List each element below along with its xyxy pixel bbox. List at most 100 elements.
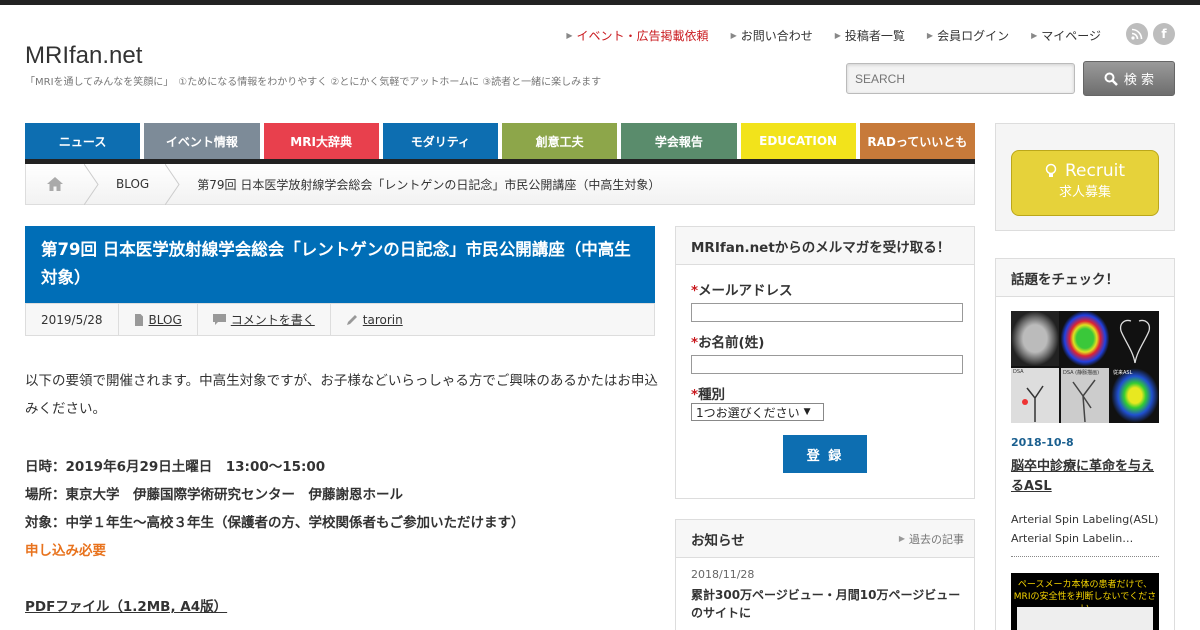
- arrow-icon: ▶: [926, 31, 934, 40]
- breadcrumb-separator: [84, 164, 100, 205]
- article-detail-date: 日時：2019年6月29日土曜日 13:00〜15:00: [25, 459, 326, 475]
- search-input[interactable]: [846, 63, 1075, 94]
- main-nav: ニュース イベント情報 MRI大辞典 モダリティ 創意工夫 学会報告 EDUCA…: [25, 123, 975, 159]
- article-comment[interactable]: コメントを書く: [198, 304, 331, 335]
- brain-mri-image: [1011, 311, 1059, 366]
- nav-tab-events[interactable]: イベント情報: [144, 123, 260, 159]
- article-meta: 2019/5/28 BLOG コメントを書く tarorin: [25, 303, 655, 336]
- toplink-label: お問い合わせ: [740, 29, 813, 43]
- article-detail-place: 場所：東京大学 伊藤国際学術研究センター 伊藤謝恩ホール: [25, 487, 403, 503]
- search-button[interactable]: 検 索: [1083, 61, 1175, 96]
- news-item[interactable]: 累計300万ページビュー・月間10万ページビューのサイトに: [691, 586, 966, 622]
- article-category[interactable]: BLOG: [119, 304, 198, 335]
- news-more-link[interactable]: ▶ 過去の記事: [899, 531, 964, 547]
- toplink-label: マイページ: [1041, 29, 1101, 43]
- nav-tab-rad[interactable]: RADっていいとも: [859, 123, 975, 159]
- article-category-link: BLOG: [148, 312, 182, 327]
- article-author[interactable]: tarorin: [331, 304, 418, 335]
- top-links: ▶ イベント・広告掲載依頼 ▶ お問い合わせ ▶ 投稿者一覧 ▶ 会員ログイン ▶ マイペ…: [566, 27, 1101, 44]
- article-title: 第79回 日本医学放射線学会総会「レントゲンの日記念」市民公開講座（中高生対象）: [25, 226, 655, 303]
- toplink-label: イベント・広告掲載依頼: [576, 29, 709, 43]
- nav-tab-news[interactable]: ニュース: [25, 123, 141, 159]
- nav-tab-mri-dictionary[interactable]: MRI大辞典: [263, 123, 379, 159]
- image-label: 従来ASL: [1113, 370, 1133, 376]
- pencil-icon: [346, 314, 357, 325]
- topic-headline[interactable]: 脳卒中診療に革命を与えるASL: [1011, 457, 1161, 497]
- article-date: 2019/5/28: [26, 304, 119, 335]
- toplink-event-ad[interactable]: ▶ イベント・広告掲載依頼: [566, 27, 708, 44]
- home-icon: [47, 177, 63, 191]
- document-icon: [134, 313, 143, 326]
- email-field[interactable]: [691, 303, 963, 322]
- nav-tab-modality[interactable]: モダリティ: [382, 123, 498, 159]
- search-button-label: 検 索: [1123, 73, 1155, 88]
- pacemaker-table-image: [1017, 607, 1153, 630]
- facebook-icon[interactable]: f: [1153, 23, 1175, 45]
- topic-thumbnail-pacemaker[interactable]: ペースメーカ本体の患者だけで、MRIの安全性を判断しないでください: [1011, 573, 1159, 630]
- type-select[interactable]: 1つお選びください ▼: [691, 403, 824, 421]
- recruit-label: Recruit: [1064, 161, 1125, 181]
- news-title: お知らせ: [691, 532, 745, 549]
- news-more-label: 過去の記事: [909, 532, 964, 546]
- dsa-image: DSA: [1011, 368, 1059, 423]
- newsletter-widget: MRIfan.netからのメルマガを受け取る！ *メールアドレス *お名前(姓)…: [675, 226, 975, 499]
- topic-desc-line: Arterial Spin Labelin…: [1011, 532, 1134, 545]
- image-label: DSA: [1013, 369, 1024, 375]
- type-select-value: 1つお選びください: [696, 405, 800, 420]
- nav-tab-conference[interactable]: 学会報告: [621, 123, 737, 159]
- breadcrumb: BLOG 第79回 日本医学放射線学会総会「レントゲンの日記念」市民公開講座（中…: [25, 164, 975, 205]
- email-label-text: メールアドレス: [698, 283, 793, 299]
- toplink-authors[interactable]: ▶ 投稿者一覧: [835, 27, 905, 44]
- recruit-button[interactable]: Recruit 求人募集: [1011, 150, 1159, 216]
- toplink-label: 投稿者一覧: [844, 29, 905, 43]
- arrow-icon: ▶: [730, 31, 737, 40]
- name-label-text: お名前(姓): [698, 335, 765, 351]
- toplink-login[interactable]: ▶ 会員ログイン: [927, 27, 1009, 44]
- required-mark: *: [691, 335, 699, 351]
- toplink-label: 会員ログイン: [937, 29, 1010, 43]
- arrow-icon: ▶: [1031, 31, 1038, 40]
- recruit-widget: Recruit 求人募集: [995, 123, 1175, 231]
- email-label: *メールアドレス: [691, 279, 793, 299]
- topic-description: Arterial Spin Labeling(ASL) Arterial Spin…: [1011, 510, 1161, 548]
- lightbulb-icon: [1045, 163, 1057, 177]
- brain-vessel-image: [1111, 311, 1159, 366]
- arrow-icon: ▶: [566, 31, 573, 40]
- register-button[interactable]: 登 録: [783, 435, 867, 473]
- rss-icon[interactable]: [1126, 23, 1148, 45]
- arrow-icon: ▶: [834, 31, 841, 40]
- pacemaker-warning-line: ペースメーカ本体の患者だけで、: [1017, 580, 1153, 590]
- site-logo[interactable]: MRIfan.net: [25, 42, 142, 70]
- type-label: *種別: [691, 383, 725, 403]
- toplink-mypage[interactable]: ▶ マイページ: [1031, 27, 1101, 44]
- breadcrumb-item-current: 第79回 日本医学放射線学会総会「レントゲンの日記念」市民公開講座（中高生対象）: [197, 177, 661, 192]
- comment-icon: [212, 314, 226, 325]
- toplink-contact[interactable]: ▶ お問い合わせ: [731, 27, 813, 44]
- type-label-text: 種別: [698, 387, 726, 403]
- pdf-link[interactable]: PDFファイル（1.2MB, A4版）: [25, 595, 227, 615]
- chevron-down-icon: ▼: [803, 407, 811, 417]
- search-icon: [1104, 72, 1118, 86]
- breadcrumb-separator: [165, 164, 181, 205]
- required-mark: *: [691, 283, 699, 299]
- topic-thumbnail[interactable]: DSA DSA (静脈描画) 従来ASL: [1011, 311, 1159, 423]
- required-mark: *: [691, 387, 699, 403]
- article-notice: 申し込み必要: [25, 543, 106, 559]
- nav-tab-education[interactable]: EDUCATION: [740, 123, 856, 159]
- image-label: DSA (静脈描画): [1063, 370, 1100, 376]
- nav-tab-ingenuity[interactable]: 創意工夫: [502, 123, 618, 159]
- topic-date: 2018-10-8: [1011, 436, 1074, 449]
- article-comment-link: コメントを書く: [230, 313, 315, 327]
- breadcrumb-item-blog[interactable]: BLOG: [100, 177, 165, 191]
- article-author-link: tarorin: [362, 312, 403, 327]
- news-header: お知らせ ▶ 過去の記事: [676, 520, 974, 558]
- newsletter-title: MRIfan.netからのメルマガを受け取る！: [676, 227, 974, 265]
- breadcrumb-home[interactable]: [26, 164, 84, 204]
- recruit-sublabel: 求人募集: [1058, 185, 1111, 200]
- news-widget: お知らせ ▶ 過去の記事 2018/11/28 累計300万ページビュー・月間10…: [675, 519, 975, 630]
- top-dark-bar: [0, 0, 1200, 5]
- news-date: 2018/11/28: [691, 568, 755, 581]
- name-field[interactable]: [691, 355, 963, 374]
- arrow-icon: ▶: [898, 534, 905, 543]
- brain-perfusion-image: [1061, 311, 1109, 366]
